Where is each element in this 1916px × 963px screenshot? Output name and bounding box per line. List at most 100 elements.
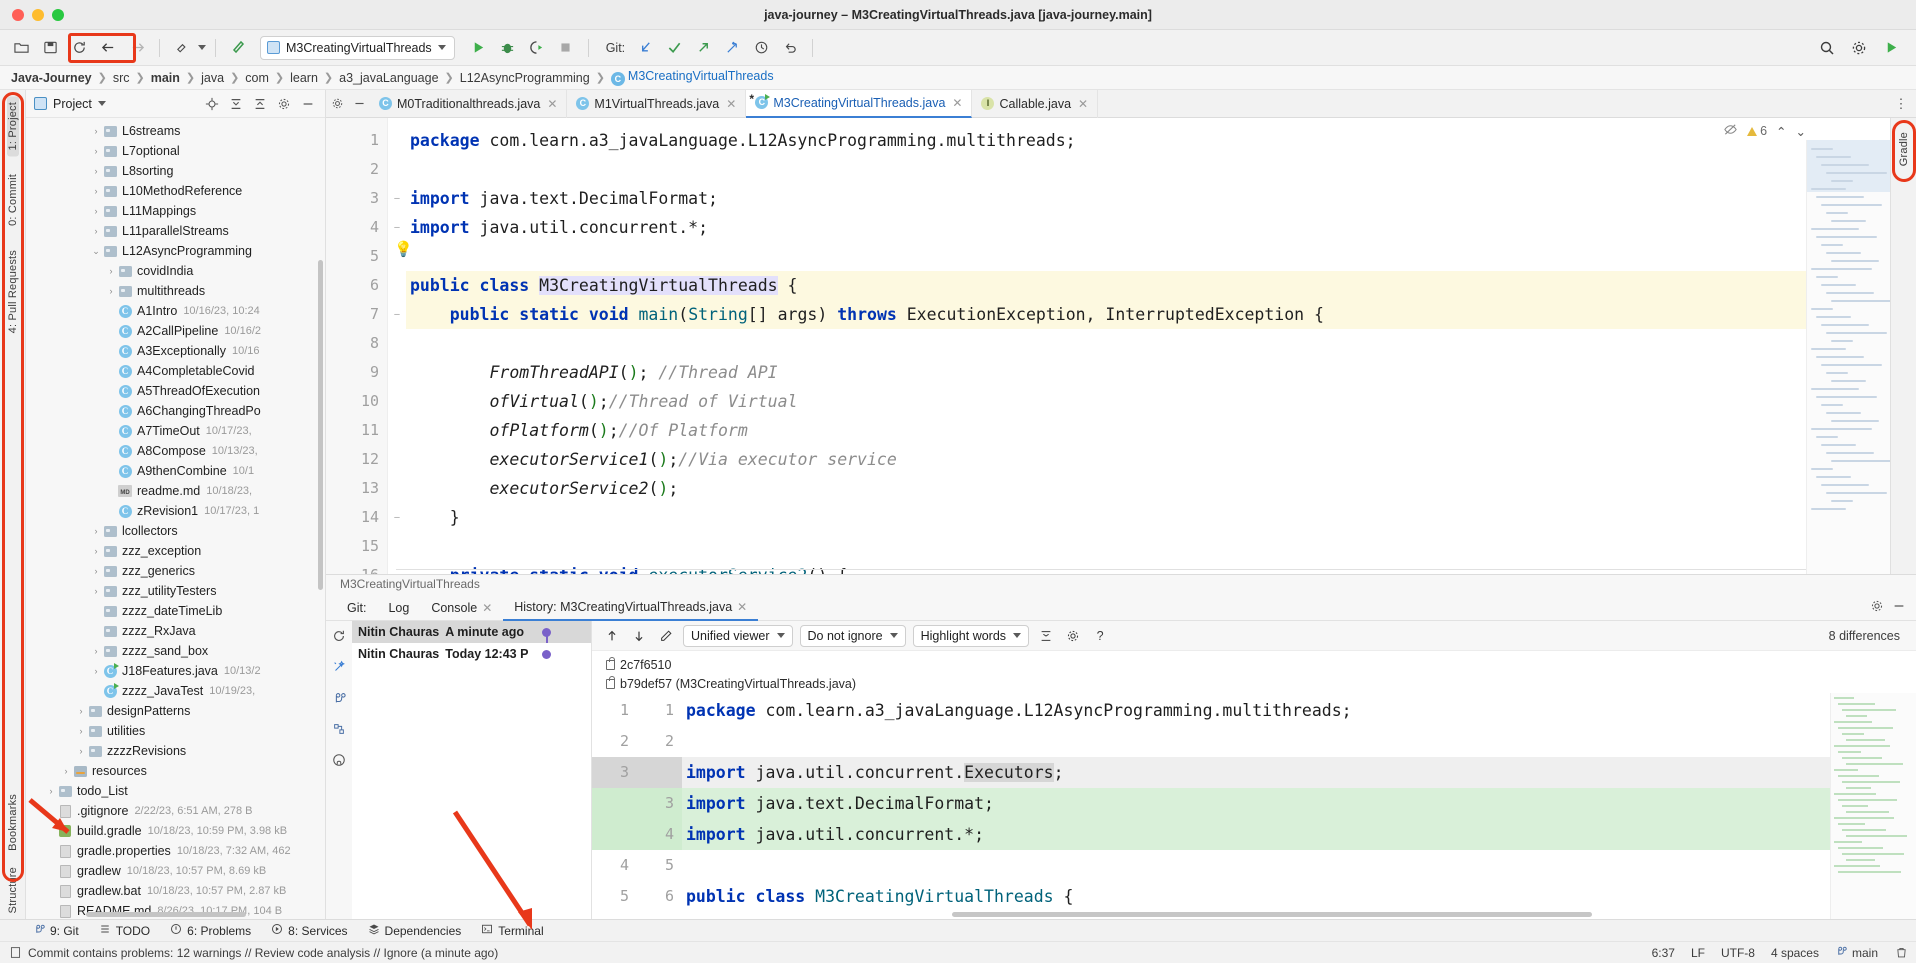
project-view-chevron-down-icon[interactable] [98,101,106,106]
sync-icon[interactable] [66,36,92,60]
code-line[interactable] [406,532,1890,561]
hide-panel-icon[interactable] [299,95,317,113]
code-line[interactable]: ofVirtual();//Thread of Virtual [406,387,1890,416]
tab-callable[interactable]: I Callable.java ✕ [972,90,1098,118]
stop-icon[interactable] [553,36,579,60]
chevron-right-icon[interactable]: › [90,646,102,656]
run-config-chevron-down-icon[interactable] [438,45,446,50]
commit-history-list[interactable]: Nitin Chauras A minute ago Nitin Chauras… [352,621,592,919]
prev-problem-icon[interactable]: ⌃ [1776,124,1786,139]
tool-button-todo[interactable]: TODO [90,921,159,941]
line-number[interactable]: 3 [326,184,387,213]
chevron-right-icon[interactable]: › [75,746,87,756]
code-line[interactable] [406,329,1890,358]
code-line[interactable]: FromThreadAPI(); //Thread API [406,358,1890,387]
tree-node[interactable]: ›L6streams [26,121,325,141]
chevron-right-icon[interactable]: › [90,526,102,536]
close-icon[interactable]: ✕ [482,601,492,615]
line-number[interactable]: 5 [326,242,387,271]
line-separator[interactable]: LF [1691,946,1705,960]
line-number[interactable]: 10 [326,387,387,416]
more-options-icon[interactable]: ⋮ [1890,91,1912,117]
tree-node[interactable]: ›zzz_utilityTesters [26,581,325,601]
inspections-off-icon[interactable] [1723,122,1738,140]
breadcrumb-item-8[interactable]: CM3CreatingVirtualThreads [606,69,779,86]
run-icon[interactable] [466,36,492,60]
tree-node[interactable]: CA1Intro10/16/23, 10:24 [26,301,325,321]
editor-code-area[interactable]: package com.learn.a3_javaLanguage.L12Asy… [406,118,1890,574]
diff-code-line[interactable]: public class M3CreatingVirtualThreads { [682,881,1916,912]
diff-settings-gear-icon[interactable] [1063,626,1083,646]
tree-node[interactable]: CA4CompletableCovid [26,361,325,381]
diff-help-icon[interactable]: ? [1090,626,1110,646]
intention-bulb-icon[interactable]: 💡 [394,240,413,258]
chevron-right-icon[interactable]: › [90,206,102,216]
tree-node[interactable]: ›L8sorting [26,161,325,181]
fold-marker[interactable]: − [388,213,406,242]
run-configuration-selector[interactable]: M3CreatingVirtualThreads [260,36,455,60]
tool-button-git[interactable]: 9: Git [24,921,88,941]
diff-viewer-mode-select[interactable]: Unified viewer [683,625,793,647]
edit-source-icon[interactable] [656,626,676,646]
tree-node[interactable]: Czzzz_JavaTest10/19/23, [26,681,325,701]
sidebar-item-bookmarks[interactable]: Bookmarks [7,786,19,857]
editor-hide-icon[interactable] [348,91,370,117]
tab-m1virtualthreads[interactable]: C M1VirtualThreads.java ✕ [567,90,746,118]
back-arrow-icon[interactable] [95,36,121,60]
window-controls[interactable] [0,9,64,21]
diff-code-line[interactable]: package com.learn.a3_javaLanguage.L12Asy… [682,695,1916,726]
search-icon[interactable] [1814,36,1840,60]
tree-node[interactable]: gradlew10/18/23, 10:57 PM, 8.69 kB [26,861,325,881]
line-number[interactable]: 6 [326,271,387,300]
breadcrumb-item-7[interactable]: L12AsyncProgramming [455,71,595,85]
git-tab-history[interactable]: History: M3CreatingVirtualThreads.java✕ [503,595,758,621]
code-line[interactable]: private static void executorService2() { [406,561,1890,574]
tree-node[interactable]: CA6ChangingThreadPo [26,401,325,421]
collapse-all-icon[interactable] [251,95,269,113]
tree-node[interactable]: CzRevision110/17/23, 1 [26,501,325,521]
open-folder-icon[interactable] [8,36,34,60]
github-icon[interactable] [332,753,346,770]
chevron-right-icon[interactable]: › [75,726,87,736]
git-tab-log[interactable]: Log [377,595,420,621]
project-tree-horizontal-scrollbar[interactable] [86,912,246,917]
breadcrumb-item-4[interactable]: com [240,71,274,85]
close-icon[interactable]: ✕ [952,96,962,110]
tree-node[interactable]: ›L11parallelStreams [26,221,325,241]
diff-code-line[interactable] [682,726,1916,757]
code-line[interactable]: package com.learn.a3_javaLanguage.L12Asy… [406,126,1890,155]
line-number[interactable]: 8 [326,329,387,358]
tool-button-problems[interactable]: 6: Problems [161,921,260,941]
diff-horizontal-scrollbar[interactable] [952,912,1592,917]
tree-node[interactable]: gradle.properties10/18/23, 7:32 AM, 462 [26,841,325,861]
tree-node[interactable]: CA5ThreadOfExecution [26,381,325,401]
tree-node[interactable]: CA9thenCombine10/1 [26,461,325,481]
git-panel-settings-gear-icon[interactable] [1870,599,1884,616]
chevron-right-icon[interactable]: › [75,706,87,716]
tree-node[interactable]: ›L10MethodReference [26,181,325,201]
close-window-button[interactable] [12,9,24,21]
fold-marker[interactable] [388,387,406,416]
tree-node[interactable]: ›L11Mappings [26,201,325,221]
tree-node[interactable]: build.gradle10/18/23, 10:59 PM, 3.98 kB [26,821,325,841]
code-line[interactable] [406,242,1890,271]
tool-button-terminal[interactable]: Terminal [472,921,552,941]
tree-node[interactable]: ›zzzz_sand_box [26,641,325,661]
chevron-down-icon[interactable]: ⌄ [90,246,102,257]
tree-node[interactable]: zzzz_RxJava [26,621,325,641]
inspection-widget[interactable]: 6 ⌃ ⌄ [1723,122,1806,140]
code-line[interactable]: ofPlatform();//Of Platform [406,416,1890,445]
git-tab-console[interactable]: Console✕ [420,595,503,621]
close-icon[interactable]: ✕ [1078,97,1088,111]
chevron-right-icon[interactable]: › [90,226,102,236]
fold-marker[interactable] [388,358,406,387]
tool-button-dependencies[interactable]: Dependencies [359,921,471,941]
line-number[interactable]: 11 [326,416,387,445]
history-icon[interactable] [748,36,774,60]
fold-marker[interactable]: − [388,184,406,213]
fold-marker[interactable] [388,416,406,445]
next-problem-icon[interactable]: ⌄ [1796,124,1806,139]
tree-node[interactable]: CA7TimeOut10/17/23, [26,421,325,441]
locate-file-icon[interactable] [203,95,221,113]
chevron-right-icon[interactable]: › [90,126,102,136]
